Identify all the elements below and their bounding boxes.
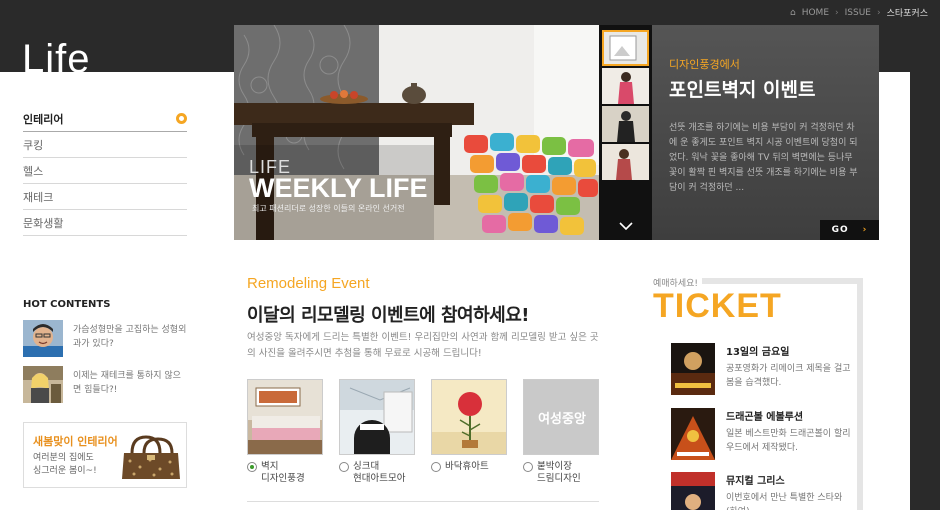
event-option-label[interactable]: 벽지 디자인풍경 [247, 461, 323, 485]
event-option-line2: 디자인풍경 [261, 473, 305, 484]
radio-icon[interactable] [339, 462, 349, 472]
event-option-label[interactable]: 바닥휴아트 [431, 461, 507, 473]
go-button[interactable]: GO › [820, 220, 879, 240]
ticket-item[interactable]: 드래곤볼 에볼루션 일본 베스트만화 드래곤볼이 할리우드에서 제작됐다. [671, 408, 851, 460]
event-option-line2: 드림디자인 [537, 473, 581, 484]
hero-thumbnail-strip [599, 25, 652, 240]
event-option-image[interactable] [247, 379, 323, 455]
breadcrumb-issue[interactable]: ISSUE [845, 8, 871, 18]
chevron-right-icon: › [862, 225, 868, 235]
event-option[interactable]: 바닥휴아트 [431, 379, 507, 473]
hot-content-thumbnail[interactable] [23, 320, 63, 357]
event-option-line1: 붙박이장 [537, 461, 572, 472]
radio-selected-icon[interactable] [247, 462, 257, 472]
sidebar-item-interior[interactable]: 인테리어 [23, 106, 187, 132]
right-edge-band [910, 0, 940, 510]
hero-thumbnail[interactable] [602, 30, 649, 66]
event-option-line1: 벽지 [261, 461, 279, 472]
ticket-title: TICKET [653, 287, 790, 326]
event-option-label[interactable]: 붙박이장 드림디자인 [523, 461, 599, 485]
hero-info-panel: 디자인풍경에서 포인트벽지 이벤트 선뜻 개조를 하기에는 비용 부담이 커 걱… [652, 25, 879, 240]
hero-panel-body: 선뜻 개조를 하기에는 비용 부담이 커 걱정하던 차에 운 좋게도 포인트 벽… [669, 123, 858, 193]
event-option-image[interactable] [339, 379, 415, 455]
event-title: 이달의 리모델링 이벤트에 참여하세요! [247, 305, 529, 326]
sidebar-item-label: 재테크 [23, 190, 54, 204]
ticket-item[interactable]: 뮤지컬 그리스 이번호에서 만난 특별한 스타와(하여) [671, 472, 851, 510]
page: ⌂ HOME › ISSUE › 스타포커스 Life 인테리어 쿠킹 헬스 재… [0, 0, 940, 510]
site-logo[interactable]: Life [22, 35, 91, 72]
hot-content-text[interactable]: 이제는 재테크를 통하지 않으면 힘들다?! [73, 366, 187, 403]
breadcrumb-home[interactable]: HOME [802, 8, 829, 18]
event-option-line2: 현대아트모아 [353, 473, 406, 484]
ticket-item-title: 13일의 금요일 [726, 347, 790, 358]
divider [247, 501, 599, 502]
ticket-item-title: 뮤지컬 그리스 [726, 476, 785, 487]
sidebar-item-label: 인테리어 [23, 112, 64, 126]
ticket-item-desc: 공포영화가 리메이크 제목을 걸고 봄을 습격했다. [726, 364, 851, 388]
event-option-image[interactable] [431, 379, 507, 455]
sidebar-item-health[interactable]: 헬스 [23, 158, 187, 184]
ticket-item-desc: 이번호에서 만난 특별한 스타와(하여) [726, 493, 843, 510]
home-icon: ⌂ [789, 7, 796, 18]
sidebar-item-label: 문화생활 [23, 216, 64, 230]
chevron-right-icon: › [835, 7, 839, 18]
sidebar-nav: 인테리어 쿠킹 헬스 재테크 문화생활 [23, 106, 187, 236]
sidebar-item-label: 헬스 [23, 164, 44, 178]
hero-panel-subtitle: 디자인풍경에서 [669, 58, 740, 71]
event-option-line1: 싱크대 [353, 461, 380, 472]
spring-interior-banner[interactable]: 새봄맞이 인테리어 여러분의 집에도 싱그러운 봄이~! [23, 422, 187, 488]
event-english-title: Remodeling Event [247, 275, 370, 292]
hero-caption: 최고 패션리더로 성장한 이들의 온라인 선거전 [252, 204, 405, 213]
ticket-poster[interactable] [671, 472, 715, 510]
banner-title: 새봄맞이 인테리어 [33, 435, 118, 448]
handbag-image [122, 435, 180, 479]
sidebar-item-cooking[interactable]: 쿠킹 [23, 132, 187, 158]
event-option[interactable]: 여성중앙 붙박이장 드림디자인 [523, 379, 599, 485]
event-option-label[interactable]: 싱크대 현대아트모아 [339, 461, 415, 485]
chevron-right-icon: › [876, 7, 881, 18]
event-option[interactable]: 벽지 디자인풍경 [247, 379, 323, 485]
breadcrumb-current[interactable]: 스타포커스 [887, 6, 928, 19]
hero-title: WEEKLY LIFE [249, 173, 428, 203]
hero-panel-title: 포인트벽지 이벤트 [669, 79, 816, 101]
chevron-down-icon[interactable] [599, 212, 652, 240]
event-option-line1: 바닥휴아트 [445, 461, 489, 472]
ticket-item-desc: 일본 베스트만화 드래곤볼이 할리우드에서 제작됐다. [726, 429, 851, 453]
radio-icon[interactable] [523, 462, 533, 472]
ticket-poster[interactable] [671, 408, 715, 460]
sidebar-item-culture[interactable]: 문화생활 [23, 210, 187, 236]
radio-icon[interactable] [431, 462, 441, 472]
hero-thumbnail[interactable] [602, 68, 649, 104]
breadcrumb: ⌂ HOME › ISSUE › 스타포커스 [789, 6, 928, 20]
ticket-item-title: 드래곤볼 에볼루션 [726, 412, 804, 423]
active-dot-icon [176, 113, 187, 124]
event-description: 여성중앙 독자에게 드리는 특별한 이벤트! 우리집만의 사연과 함께 리모델링… [247, 332, 599, 359]
hero-carousel: LIFE WEEKLY LIFE 최고 패션리더로 성장한 이들의 온라인 선거… [234, 25, 879, 240]
ticket-item[interactable]: 13일의 금요일 공포영화가 리메이크 제목을 걸고 봄을 습격했다. [671, 343, 851, 395]
hot-content-item[interactable]: 이제는 재테크를 통하지 않으면 힘들다?! [23, 366, 187, 403]
hot-content-thumbnail[interactable] [23, 366, 63, 403]
hero-thumbnail[interactable] [602, 106, 649, 142]
sidebar-item-label: 쿠킹 [23, 138, 44, 152]
placeholder-logo-text: 여성중앙 [538, 412, 586, 427]
event-option-placeholder[interactable]: 여성중앙 [523, 379, 599, 455]
hot-content-text[interactable]: 가슴성형만을 고집하는 성형외과가 있다? [73, 320, 187, 357]
go-label: GO [831, 225, 849, 235]
banner-description: 여러분의 집에도 싱그러운 봄이~! [33, 453, 97, 476]
hot-content-item[interactable]: 가슴성형만을 고집하는 성형외과가 있다? [23, 320, 187, 357]
hot-contents-title: HOT CONTENTS [23, 299, 111, 310]
hero-thumbnail[interactable] [602, 144, 649, 180]
event-option[interactable]: 싱크대 현대아트모아 [339, 379, 415, 485]
hero-main-image[interactable]: LIFE WEEKLY LIFE 최고 패션리더로 성장한 이들의 온라인 선거… [234, 25, 599, 240]
sidebar-item-finance[interactable]: 재테크 [23, 184, 187, 210]
ticket-poster[interactable] [671, 343, 715, 395]
